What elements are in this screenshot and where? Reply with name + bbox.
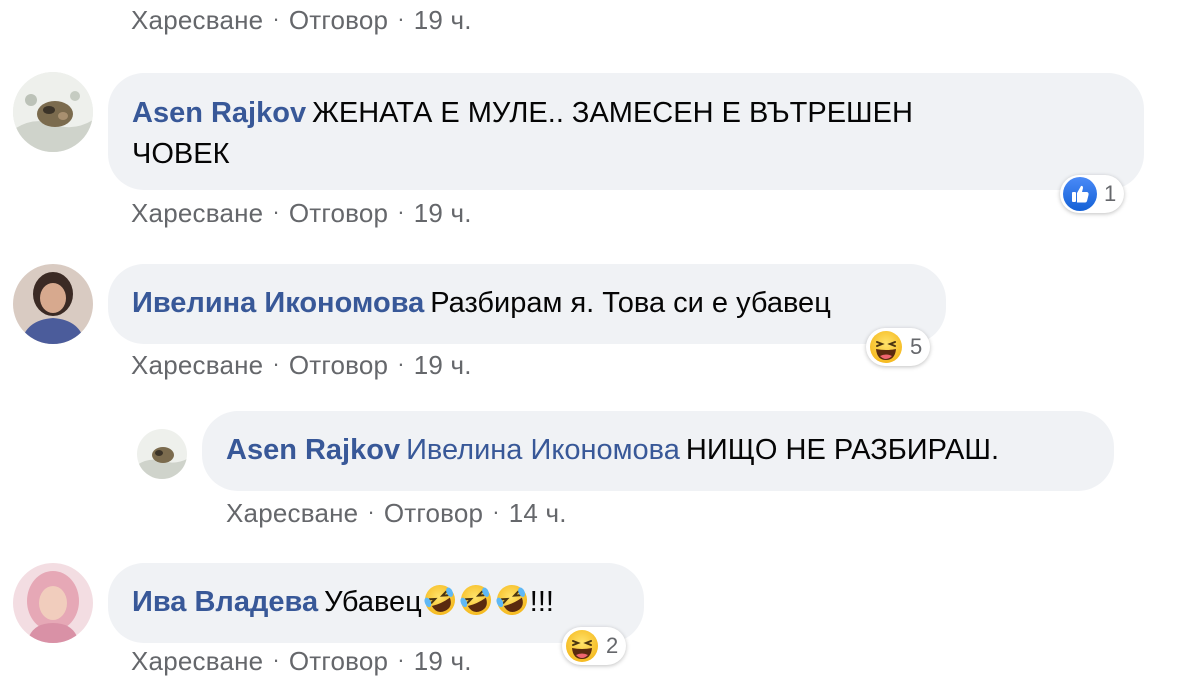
comment-bubble: Asen Rajkov Ивелина Икономова НИЩО НЕ РАЗБ…: [202, 411, 1114, 491]
comment-meta: Харесване · Отговор · 19 ч.: [131, 350, 472, 381]
comment-bubble: Ива Владева Убавец!!!: [108, 563, 644, 643]
separator-dot: ·: [397, 351, 405, 376]
comment-text: Разбирам я. Това си е убавец: [430, 287, 831, 319]
comment-time[interactable]: 19 ч.: [414, 198, 472, 228]
reply-action[interactable]: Отговор: [289, 198, 388, 228]
reaction-badge[interactable]: 1: [1060, 175, 1125, 213]
comment-text: !!!: [529, 586, 554, 618]
comment-meta: Харесване · Отговор · 19 ч.: [131, 198, 472, 229]
comment-author[interactable]: Ива Владева: [132, 586, 318, 618]
avatar[interactable]: [13, 563, 93, 643]
comment-text: Убавец: [324, 586, 422, 618]
avatar-image: [137, 429, 187, 479]
rolling-laughing-emoji-icon: [423, 583, 457, 629]
comment-text: НИЩО НЕ РАЗБИРАШ.: [685, 434, 1000, 466]
reaction-count: 1: [1104, 181, 1117, 206]
rolling-laughing-emoji-icon: [459, 583, 493, 629]
reaction-badge[interactable]: 5: [866, 328, 931, 366]
avatar-image: [13, 72, 93, 152]
reaction-badge[interactable]: 2: [562, 627, 627, 665]
separator-dot: ·: [272, 351, 280, 376]
comment-text: ЧОВЕК: [132, 138, 230, 170]
separator-dot: ·: [397, 647, 405, 672]
reply-action[interactable]: Отговор: [289, 646, 388, 676]
separator-dot: ·: [272, 6, 280, 31]
comment-time[interactable]: 19 ч.: [414, 350, 472, 380]
like-action[interactable]: Харесване: [131, 198, 263, 228]
avatar[interactable]: [13, 72, 93, 152]
separator-dot: ·: [397, 199, 405, 224]
avatar-image: [13, 264, 93, 344]
separator-dot: ·: [397, 6, 405, 31]
mention-link[interactable]: Ивелина Икономова: [406, 434, 680, 466]
separator-dot: ·: [367, 499, 375, 524]
separator-dot: ·: [272, 199, 280, 224]
comment-time[interactable]: 19 ч.: [414, 646, 472, 676]
reply-action[interactable]: Отговор: [384, 498, 483, 528]
avatar-image: [13, 563, 93, 643]
separator-dot: ·: [492, 499, 500, 524]
laughing-emoji-icon: [566, 630, 598, 662]
comment-meta: Харесване · Отговор · 19 ч.: [131, 646, 472, 677]
avatar[interactable]: [137, 429, 187, 479]
avatar[interactable]: [13, 264, 93, 344]
comment-meta: Харесване · Отговор · 19 ч.: [131, 5, 472, 36]
reply-action[interactable]: Отговор: [289, 350, 388, 380]
reply-action[interactable]: Отговор: [289, 5, 388, 35]
separator-dot: ·: [272, 647, 280, 672]
reaction-count: 5: [910, 334, 923, 359]
like-action[interactable]: Харесване: [131, 646, 263, 676]
reaction-count: 2: [606, 633, 619, 658]
comment-time[interactable]: 19 ч.: [414, 5, 472, 35]
laughing-emoji-icon: [870, 331, 902, 363]
rolling-laughing-emoji-icon: [495, 583, 529, 629]
comment-author[interactable]: Ивелина Икономова: [132, 287, 424, 319]
like-action[interactable]: Харесване: [131, 5, 263, 35]
comment-meta: Харесване · Отговор · 14 ч.: [226, 498, 567, 529]
comment-author[interactable]: Asen Rajkov: [132, 97, 306, 129]
thumbs-up-icon: [1063, 177, 1097, 211]
like-action[interactable]: Харесване: [131, 350, 263, 380]
comment-bubble: Asen Rajkov ЖЕНАТА Е МУЛЕ.. ЗАМЕСЕН Е ВЪТ…: [108, 73, 1144, 190]
comment-time[interactable]: 14 ч.: [509, 498, 567, 528]
comment-bubble: Ивелина Икономова Разбирам я. Това си е у…: [108, 264, 946, 344]
comment-text: ЖЕНАТА Е МУЛЕ.. ЗАМЕСЕН Е ВЪТРЕШЕН: [312, 97, 913, 129]
comment-author[interactable]: Asen Rajkov: [226, 434, 400, 466]
like-action[interactable]: Харесване: [226, 498, 358, 528]
